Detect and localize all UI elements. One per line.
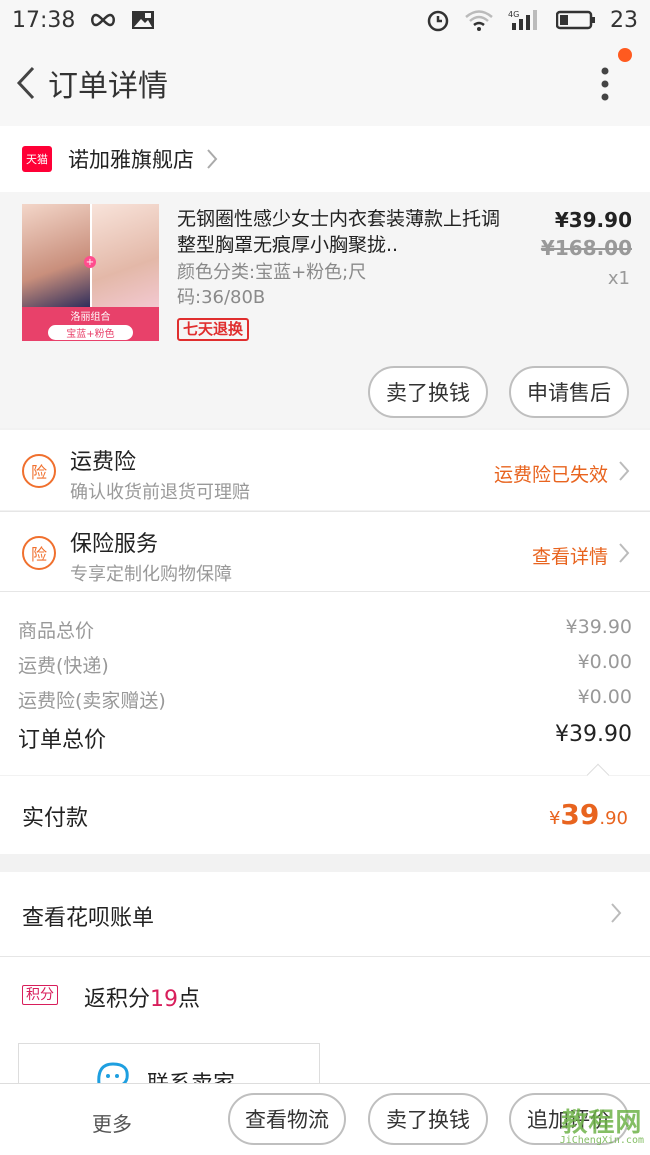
contact-area: 联系卖家 — [0, 1033, 650, 1083]
battery-icon — [556, 10, 596, 30]
insurance-subtitle: 专享定制化购物保障 — [70, 564, 232, 585]
tmall-logo-icon: 天猫 — [22, 146, 52, 172]
product-card[interactable]: + 洛丽组合 宝蓝+粉色 无钢圈性感少女士内衣套装薄款上托调整型胸罩无痕厚小胸聚… — [0, 192, 650, 428]
watermark-logo: 教程网 JiChengXin.com — [560, 1102, 644, 1146]
actual-payment-row: 实付款 ¥39.90 — [0, 763, 650, 854]
actual-payment-label: 实付款 — [22, 806, 89, 831]
points-row: 积分 返积分19点 — [0, 957, 650, 1033]
points-text: 返积分19点 — [84, 981, 200, 1013]
summary-value: ¥39.90 — [565, 616, 632, 638]
product-image: + 洛丽组合 宝蓝+粉色 — [22, 204, 159, 341]
chevron-right-icon — [207, 149, 218, 169]
order-total-row: 订单总价 ¥39.90 — [18, 722, 632, 754]
shipping-insurance-row[interactable]: 险 运费险 确认收货前退货可理赔 运费险已失效 — [0, 430, 650, 510]
currency-symbol: ¥ — [548, 808, 561, 829]
amount-integer: 39 — [560, 798, 600, 831]
after-sale-button[interactable]: 申请售后 — [509, 366, 629, 418]
watermark-sub: JiChengXin.com — [559, 1135, 644, 1146]
actual-payment-amount: ¥39.90 — [549, 798, 628, 831]
insurance-details-link: 查看详情 — [531, 546, 608, 568]
summary-value: ¥0.00 — [577, 686, 632, 708]
product-image-banner: 洛丽组合 宝蓝+粉色 — [22, 307, 159, 341]
amount-decimal: .90 — [599, 808, 628, 829]
view-logistics-button[interactable]: 查看物流 — [228, 1093, 346, 1145]
store-name: 诺加雅旗舰店 — [68, 148, 194, 172]
insurance-status: 运费险已失效 — [493, 464, 608, 486]
insurance-icon: 险 — [22, 536, 56, 570]
nav-bar: 订单详情 — [0, 40, 650, 126]
signal-4g-icon: 4G — [508, 9, 542, 31]
product-title: 无钢圈性感少女士内衣套装薄款上托调整型胸罩无痕厚小胸聚拢.. — [177, 208, 501, 256]
order-total-label: 订单总价 — [18, 728, 107, 753]
contact-seller-label: 联系卖家 — [147, 1066, 235, 1083]
chevron-right-icon — [619, 461, 630, 481]
summary-value: ¥0.00 — [577, 651, 632, 673]
chat-bubble-icon — [97, 1062, 129, 1083]
summary-label: 运费险(卖家赠送) — [18, 690, 166, 712]
product-quantity: x1 — [607, 268, 630, 289]
insurance-service-row[interactable]: 险 保险服务 专享定制化购物保障 查看详情 — [0, 512, 650, 592]
plus-icon: + — [84, 256, 96, 268]
points-prefix: 返积分 — [84, 987, 151, 1012]
product-spec: 颜色分类:宝蓝+粉色;尺码:36/80B — [177, 262, 367, 308]
wifi-icon — [464, 9, 494, 31]
price-summary: 商品总价 ¥39.90 运费(快递) ¥0.00 运费险(卖家赠送) ¥0.00… — [0, 592, 650, 775]
watermark-main: 教程网 — [561, 1108, 643, 1138]
insurance-title: 运费险 — [70, 450, 137, 475]
image-caption: 洛丽组合 — [70, 312, 111, 323]
huabei-bill-row[interactable]: 查看花呗账单 — [0, 872, 650, 956]
order-total-value: ¥39.90 — [555, 722, 632, 747]
vertical-dots-icon — [601, 67, 609, 101]
back-arrow-icon — [16, 66, 35, 100]
chevron-right-icon — [619, 543, 630, 563]
status-time: 17:38 — [12, 7, 76, 33]
sell-button[interactable]: 卖了换钱 — [368, 366, 488, 418]
more-options-button[interactable] — [590, 64, 620, 104]
summary-row: 运费险(卖家赠送) ¥0.00 — [18, 686, 632, 713]
product-photo-left — [22, 204, 90, 309]
insurance-title: 保险服务 — [70, 532, 159, 557]
summary-row: 运费(快递) ¥0.00 — [18, 651, 632, 678]
store-row[interactable]: 天猫 诺加雅旗舰店 — [0, 126, 650, 192]
bottom-action-bar: 更多 查看物流 卖了换钱 追加评价 — [0, 1083, 650, 1155]
alarm-icon — [426, 8, 450, 32]
huabei-label: 查看花呗账单 — [22, 906, 155, 931]
svg-text:4G: 4G — [508, 10, 519, 19]
product-original-price: ¥168.00 — [540, 236, 632, 260]
summary-label: 运费(快递) — [18, 655, 109, 677]
seven-day-return-badge: 七天退换 — [177, 318, 250, 341]
status-bar: 17:38 4G 23 — [0, 0, 650, 40]
chevron-right-icon — [611, 903, 622, 923]
points-badge: 积分 — [22, 985, 58, 1005]
contact-seller-button[interactable]: 联系卖家 — [18, 1043, 320, 1083]
points-count: 19 — [150, 987, 179, 1012]
insurance-subtitle: 确认收货前退货可理赔 — [70, 482, 250, 503]
notification-dot — [618, 48, 632, 62]
back-button[interactable] — [4, 53, 48, 113]
summary-row: 商品总价 ¥39.90 — [18, 616, 632, 643]
points-suffix: 点 — [178, 987, 201, 1012]
image-notification-icon — [131, 10, 155, 30]
page-title: 订单详情 — [48, 69, 168, 104]
infinity-icon — [89, 12, 117, 28]
more-link[interactable]: 更多 — [92, 1108, 132, 1137]
image-color-label: 宝蓝+粉色 — [48, 325, 133, 340]
product-price: ¥39.90 — [554, 208, 632, 232]
insurance-icon: 险 — [22, 454, 56, 488]
product-photo-right — [92, 204, 159, 309]
summary-label: 商品总价 — [18, 620, 95, 642]
sell-button-bottom[interactable]: 卖了换钱 — [368, 1093, 488, 1145]
battery-level: 23 — [610, 7, 638, 33]
